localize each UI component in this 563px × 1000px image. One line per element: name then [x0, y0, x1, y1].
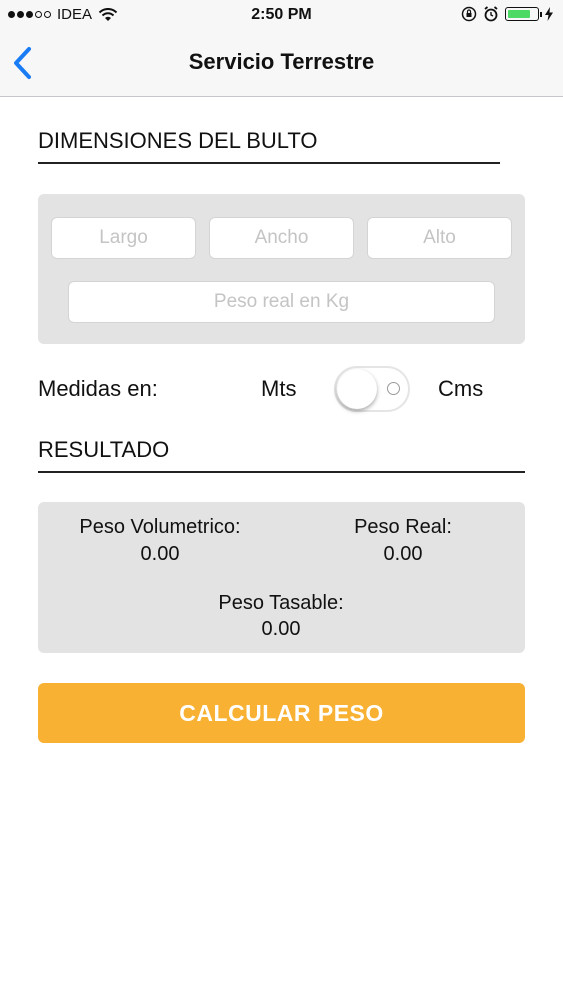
largo-input[interactable] — [51, 217, 196, 259]
ancho-input[interactable] — [209, 217, 354, 259]
status-right — [461, 6, 553, 22]
units-toggle[interactable] — [334, 366, 410, 412]
dimensions-divider — [38, 162, 500, 164]
dimensions-heading: DIMENSIONES DEL BULTO — [38, 128, 318, 153]
taxable-weight-value: 0.00 — [261, 618, 301, 640]
navigation-bar: Servicio Terrestre — [0, 30, 563, 97]
calculate-weight-button[interactable]: CALCULAR PESO — [38, 683, 525, 743]
result-divider — [38, 471, 525, 473]
result-panel: Peso Volumetrico: 0.00 Peso Real: 0.00 P… — [38, 502, 525, 653]
volumetric-weight-label: Peso Volumetrico: — [79, 516, 241, 538]
alarm-icon — [484, 6, 498, 22]
battery-icon — [505, 7, 542, 21]
battery-level — [508, 10, 530, 18]
peso-real-input[interactable] — [68, 281, 495, 323]
units-option-cms: Cms — [438, 376, 484, 401]
real-weight-label: Peso Real: — [354, 516, 452, 538]
status-bar: IDEA 2:50 PM — [0, 0, 563, 30]
orientation-lock-icon — [461, 6, 477, 22]
dimensions-panel — [38, 194, 525, 344]
page-title: Servicio Terrestre — [188, 49, 375, 74]
toggle-off-indicator-icon — [387, 382, 400, 395]
real-weight-value: 0.00 — [383, 543, 423, 565]
result-heading: RESULTADO — [38, 437, 170, 462]
units-option-mts: Mts — [261, 376, 297, 401]
taxable-weight-label: Peso Tasable: — [218, 592, 344, 614]
volumetric-weight-value: 0.00 — [140, 543, 180, 565]
alto-input[interactable] — [367, 217, 512, 259]
charging-bolt-icon — [545, 7, 553, 21]
toggle-knob — [337, 369, 377, 409]
units-label: Medidas en: — [38, 376, 158, 401]
